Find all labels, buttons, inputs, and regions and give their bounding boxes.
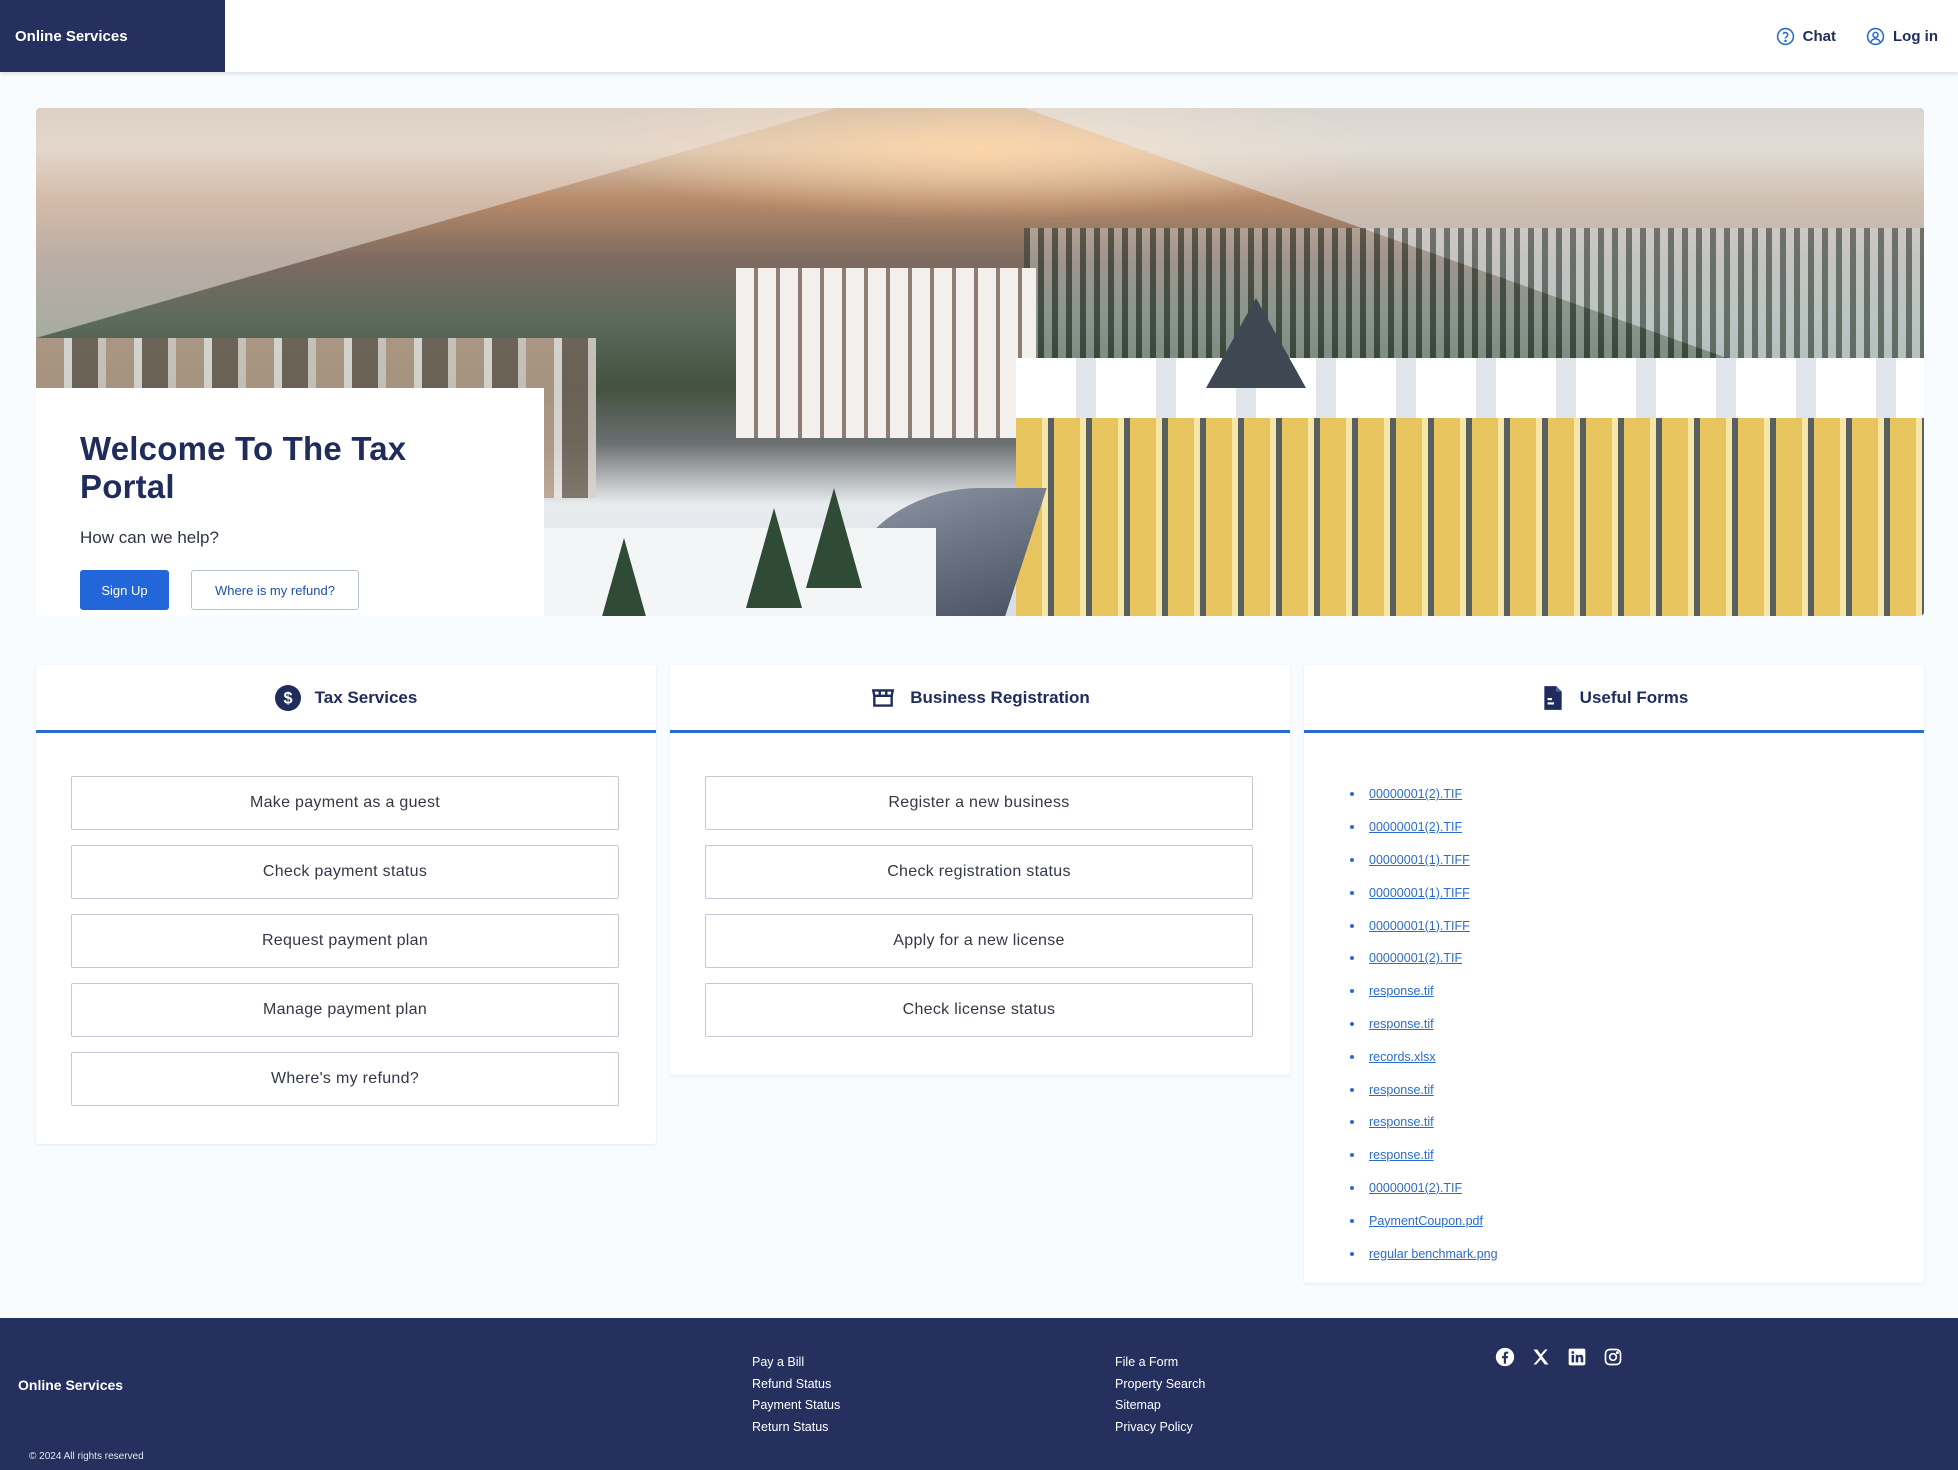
form-link[interactable]: PaymentCoupon.pdf [1369,1214,1483,1228]
hero-subtitle: How can we help? [80,528,219,547]
useful-forms-title: Useful Forms [1579,687,1689,707]
form-link[interactable]: response.tif [1369,1148,1434,1162]
list-item: regular benchmark.png [1350,1237,1924,1270]
list-item: response.tif [1350,1008,1924,1041]
footer-copyright: © 2024 All rights reserved [29,1451,144,1462]
useful-forms-list: 00000001(2).TIF 00000001(2).TIF 00000001… [1304,733,1924,1270]
form-link[interactable]: 00000001(2).TIF [1369,820,1462,834]
useful-forms-card: Useful Forms 00000001(2).TIF 00000001(2)… [1304,665,1924,1283]
business-registration-list: Register a new business Check registrati… [670,733,1290,1072]
tax-services-card: $ Tax Services Make payment as a guest C… [36,665,656,1144]
form-link[interactable]: response.tif [1369,1017,1434,1031]
footer-links-column-1: Pay a Bill Refund Status Payment Status … [752,1355,840,1434]
linkedin-icon[interactable] [1567,1347,1587,1367]
wheres-my-refund-button[interactable]: Where's my refund? [71,1052,619,1106]
form-link[interactable]: 00000001(1).TIFF [1369,853,1470,867]
list-item: response.tif [1350,1106,1924,1139]
form-link[interactable]: 00000001(2).TIF [1369,1181,1462,1195]
form-link[interactable]: response.tif [1369,1083,1434,1097]
apply-new-license-button[interactable]: Apply for a new license [705,914,1253,968]
manage-payment-plan-button[interactable]: Manage payment plan [71,983,619,1037]
list-item: records.xlsx [1350,1040,1924,1073]
form-link[interactable]: regular benchmark.png [1369,1247,1498,1261]
footer-link-payment-status[interactable]: Payment Status [752,1398,840,1413]
page-title: Welcome To The Tax Portal [80,430,407,505]
user-circle-icon [1866,27,1885,45]
business-registration-card: Business Registration Register a new bus… [670,665,1290,1075]
form-link[interactable]: response.tif [1369,1115,1434,1129]
list-item: response.tif [1350,1139,1924,1172]
list-item: 00000001(2).TIF [1350,811,1924,844]
useful-forms-header: Useful Forms [1304,665,1924,733]
brand-logo[interactable]: Online Services [0,0,225,72]
form-link[interactable]: 00000001(2).TIF [1369,787,1462,801]
request-payment-plan-button[interactable]: Request payment plan [71,914,619,968]
business-registration-title: Business Registration [910,687,1090,707]
footer-link-refund-status[interactable]: Refund Status [752,1377,840,1392]
form-link[interactable]: response.tif [1369,984,1434,998]
social-links [1495,1347,1623,1367]
chat-label: Chat [1802,27,1836,45]
list-item: 00000001(1).TIFF [1350,876,1924,909]
check-payment-status-button[interactable]: Check payment status [71,845,619,899]
footer-link-privacy-policy[interactable]: Privacy Policy [1115,1420,1205,1435]
site-footer: Online Services © 2024 All rights reserv… [0,1318,1958,1470]
storefront-icon [872,688,895,707]
chat-button[interactable]: Chat [1776,27,1836,46]
make-payment-guest-button[interactable]: Make payment as a guest [71,776,619,830]
form-link[interactable]: 00000001(1).TIFF [1369,886,1470,900]
footer-link-property-search[interactable]: Property Search [1115,1377,1205,1392]
login-label: Log in [1893,27,1938,45]
footer-link-return-status[interactable]: Return Status [752,1420,840,1435]
help-circle-icon [1776,27,1794,45]
form-link[interactable]: 00000001(2).TIF [1369,951,1462,965]
tax-services-header: $ Tax Services [36,665,656,733]
footer-links-column-2: File a Form Property Search Sitemap Priv… [1115,1355,1205,1434]
document-icon [1544,685,1562,710]
list-item: response.tif [1350,975,1924,1008]
list-item: 00000001(2).TIF [1350,778,1924,811]
business-registration-header: Business Registration [670,665,1290,733]
x-icon[interactable] [1531,1347,1551,1367]
check-license-status-button[interactable]: Check license status [705,983,1253,1037]
tax-services-title: Tax Services [314,687,418,707]
login-button[interactable]: Log in [1866,27,1938,46]
top-navigation-bar: Online Services Chat Log in [0,0,1958,72]
svg-text:$: $ [283,689,292,707]
list-item: 00000001(2).TIF [1350,1172,1924,1205]
instagram-icon[interactable] [1603,1347,1623,1367]
footer-link-file-a-form[interactable]: File a Form [1115,1355,1205,1370]
form-link[interactable]: 00000001(1).TIFF [1369,919,1470,933]
footer-link-sitemap[interactable]: Sitemap [1115,1398,1205,1413]
top-actions: Chat Log in [1776,0,1938,72]
form-link[interactable]: records.xlsx [1369,1050,1436,1064]
welcome-panel: Welcome To The Tax Portal How can we hel… [36,388,544,616]
list-item: response.tif [1350,1073,1924,1106]
where-is-my-refund-button[interactable]: Where is my refund? [191,570,359,610]
footer-brand[interactable]: Online Services [18,1377,123,1393]
dollar-icon: $ [274,684,301,711]
check-registration-status-button[interactable]: Check registration status [705,845,1253,899]
list-item: PaymentCoupon.pdf [1350,1204,1924,1237]
facebook-icon[interactable] [1495,1347,1515,1367]
list-item: 00000001(1).TIFF [1350,909,1924,942]
list-item: 00000001(2).TIF [1350,942,1924,975]
hero-actions: Sign Up Where is my refund? [80,570,500,610]
list-item: 00000001(1).TIFF [1350,844,1924,877]
tax-services-list: Make payment as a guest Check payment st… [36,733,656,1141]
sign-up-button[interactable]: Sign Up [80,570,169,610]
footer-link-pay-a-bill[interactable]: Pay a Bill [752,1355,840,1370]
register-new-business-button[interactable]: Register a new business [705,776,1253,830]
